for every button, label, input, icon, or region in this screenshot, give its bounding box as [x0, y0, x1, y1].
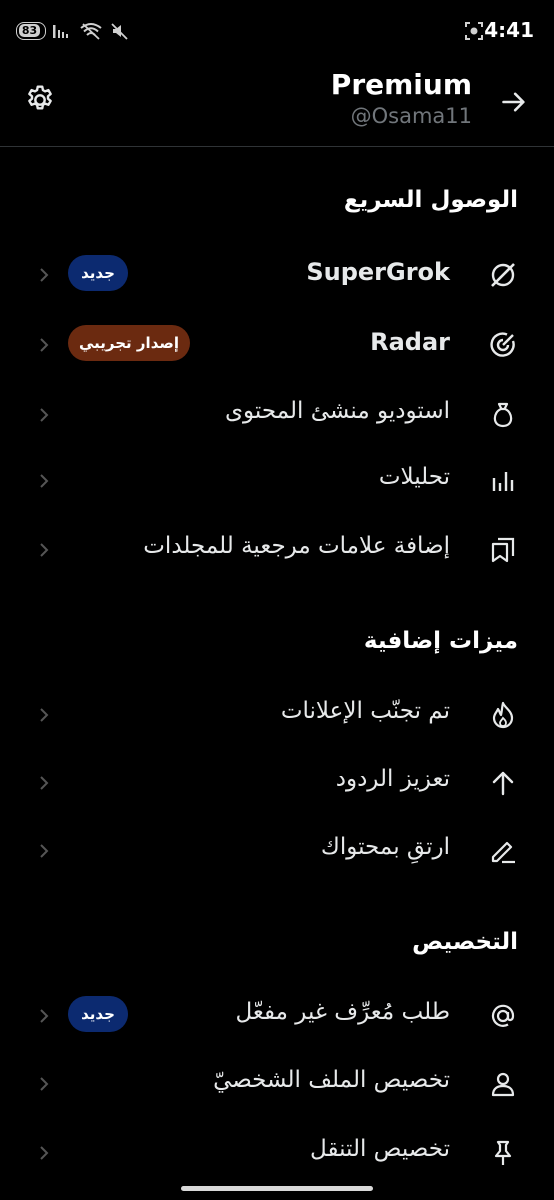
status-bar: 83 4:41 [0, 0, 554, 60]
section-extra-features: ميزات إضافية [363, 628, 518, 654]
page-title: Premium [330, 68, 472, 101]
chevron-right-icon [40, 776, 49, 790]
chevron-right-icon [40, 408, 49, 422]
menu-item-profile-customization[interactable]: تخصيص الملف الشخصيّ [0, 1055, 554, 1115]
pin-icon [494, 1140, 512, 1165]
radar-icon [490, 332, 515, 357]
menu-item-upgrade-content[interactable]: ارتقِ بمحتواك [0, 822, 554, 882]
menu-item-label: تخصيص التنقل [310, 1136, 450, 1162]
menu-item-label: طلب مُعرِّف غير مفعّل [235, 999, 450, 1025]
menu-item-label: تحليلات [378, 464, 450, 490]
premium-header: Premium @Osama11 [0, 60, 554, 147]
user-handle: @Osama11 [350, 104, 472, 128]
menu-item-creator-studio[interactable]: استوديو منشئ المحتوى [0, 386, 554, 446]
chevron-right-icon [40, 1077, 49, 1091]
beta-badge: إصدار تجريبي [68, 325, 190, 361]
section-customization: التخصيص [412, 929, 518, 955]
grok-icon [491, 263, 515, 287]
home-indicator[interactable] [181, 1186, 373, 1191]
menu-item-label: استوديو منشئ المحتوى [225, 398, 450, 424]
menu-item-ads-avoided[interactable]: تم تجنّب الإعلانات [0, 686, 554, 746]
flame-icon [492, 701, 514, 729]
screen-record-icon [465, 22, 483, 40]
bookmarks-icon [491, 537, 515, 563]
person-icon [491, 1072, 515, 1097]
menu-item-label: تم تجنّب الإعلانات [280, 698, 450, 724]
menu-item-label: SuperGrok [306, 258, 450, 286]
clock: 4:41 [484, 18, 534, 42]
menu-item-navigation-customization[interactable]: تخصيص التنقل [0, 1124, 554, 1184]
menu-item-reply-boost[interactable]: تعزيز الردود [0, 754, 554, 814]
money-bag-icon [493, 402, 513, 428]
new-badge: جديد [68, 255, 128, 291]
battery-indicator: 83 [16, 22, 46, 40]
chevron-right-icon [40, 844, 49, 858]
analytics-icon [492, 472, 514, 491]
new-badge: جديد [68, 996, 128, 1032]
menu-item-bookmark-folders[interactable]: إضافة علامات مرجعية للمجلدات [0, 521, 554, 581]
pencil-icon [491, 841, 515, 864]
arrow-right-icon[interactable] [500, 88, 528, 116]
menu-item-label: إضافة علامات مرجعية للمجلدات [143, 533, 450, 559]
chevron-right-icon [40, 1009, 49, 1023]
arrow-up-icon [492, 771, 514, 796]
chevron-right-icon [40, 268, 49, 282]
signal-icon [53, 25, 68, 38]
mute-icon [111, 23, 128, 40]
chevron-right-icon [40, 474, 49, 488]
section-quick-access: الوصول السريع [343, 187, 518, 213]
menu-item-analytics[interactable]: تحليلات [0, 452, 554, 512]
menu-item-label: تخصيص الملف الشخصيّ [213, 1067, 450, 1093]
chevron-right-icon [40, 1146, 49, 1160]
menu-item-handle-request[interactable]: طلب مُعرِّف غير مفعّل جديد [0, 987, 554, 1047]
chevron-right-icon [40, 543, 49, 557]
battery-level: 83 [19, 24, 40, 37]
menu-item-supergrok[interactable]: SuperGrok جديد [0, 246, 554, 306]
chevron-right-icon [40, 708, 49, 722]
at-icon [491, 1004, 515, 1027]
menu-item-label: ارتقِ بمحتواك [320, 834, 450, 860]
wifi-icon [80, 23, 102, 40]
chevron-right-icon [40, 338, 49, 352]
menu-item-label: Radar [370, 328, 450, 356]
menu-item-radar[interactable]: Radar إصدار تجريبي [0, 316, 554, 376]
gear-icon[interactable] [24, 84, 56, 116]
menu-item-label: تعزيز الردود [335, 766, 450, 792]
